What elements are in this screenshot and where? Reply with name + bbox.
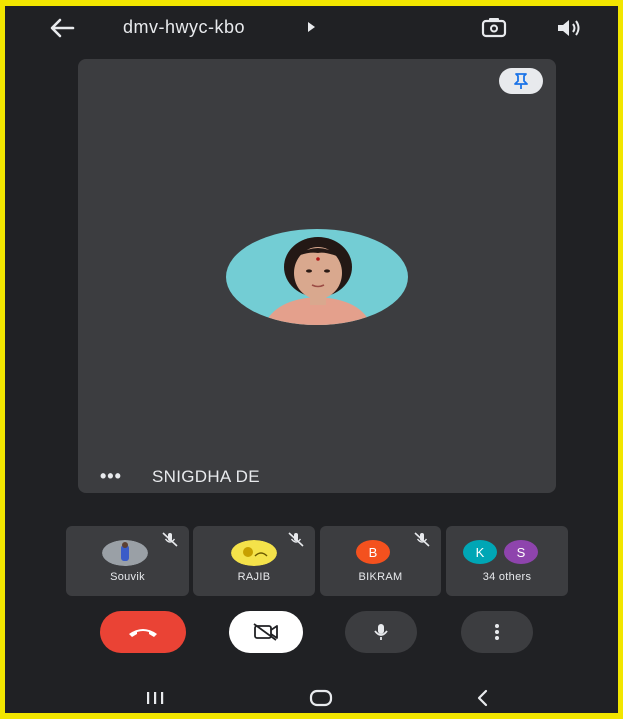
mic-off-icon xyxy=(414,532,430,547)
speaker-name: SNIGDHA DE xyxy=(152,467,260,486)
caret-right-icon[interactable] xyxy=(308,22,315,32)
top-bar: dmv-hwyc-kbo xyxy=(5,6,618,50)
participant-tile[interactable]: B BIKRAM xyxy=(320,526,441,596)
mic-icon xyxy=(374,624,388,640)
mic-toggle-button[interactable] xyxy=(345,611,417,653)
participant-name: BIKRAM xyxy=(358,571,403,583)
mic-off-icon xyxy=(288,532,304,547)
camera-toggle-button[interactable] xyxy=(229,611,303,653)
more-horizontal-icon[interactable]: ••• xyxy=(100,467,122,485)
nav-back-icon[interactable] xyxy=(473,688,493,708)
participant-name: RAJIB xyxy=(237,571,271,583)
meeting-code[interactable]: dmv-hwyc-kbo xyxy=(123,17,245,38)
avatar: B xyxy=(356,540,390,564)
speaker-icon[interactable] xyxy=(553,15,583,41)
participant-photo xyxy=(226,229,408,325)
home-icon[interactable] xyxy=(306,688,336,708)
pin-button[interactable] xyxy=(499,68,543,94)
participant-name: Souvik xyxy=(110,571,145,583)
participant-tile[interactable]: Souvik xyxy=(66,526,189,596)
participant-photo xyxy=(231,540,277,566)
switch-camera-icon[interactable] xyxy=(479,15,509,41)
mic-off-icon xyxy=(162,532,178,547)
avatar: S xyxy=(504,540,538,564)
video-off-icon xyxy=(253,623,278,641)
participant-name: 34 others xyxy=(482,571,532,583)
more-options-button[interactable] xyxy=(461,611,533,653)
end-call-button[interactable] xyxy=(100,611,186,653)
participant-tile[interactable]: RAJIB xyxy=(193,526,315,596)
avatar: K xyxy=(463,540,497,564)
participant-photo xyxy=(102,540,148,566)
participant-tile[interactable]: K S 34 others xyxy=(446,526,568,596)
recent-apps-icon[interactable] xyxy=(141,690,169,706)
pin-icon xyxy=(514,73,528,89)
phone-hangup-icon xyxy=(129,629,157,637)
arrow-left-icon[interactable] xyxy=(47,15,77,41)
more-vertical-icon xyxy=(495,624,499,640)
meet-screen: dmv-hwyc-kbo ••• SNIGDHA DE Souvik RAJIB… xyxy=(5,6,618,713)
main-speaker-tile[interactable]: ••• SNIGDHA DE xyxy=(78,59,556,493)
